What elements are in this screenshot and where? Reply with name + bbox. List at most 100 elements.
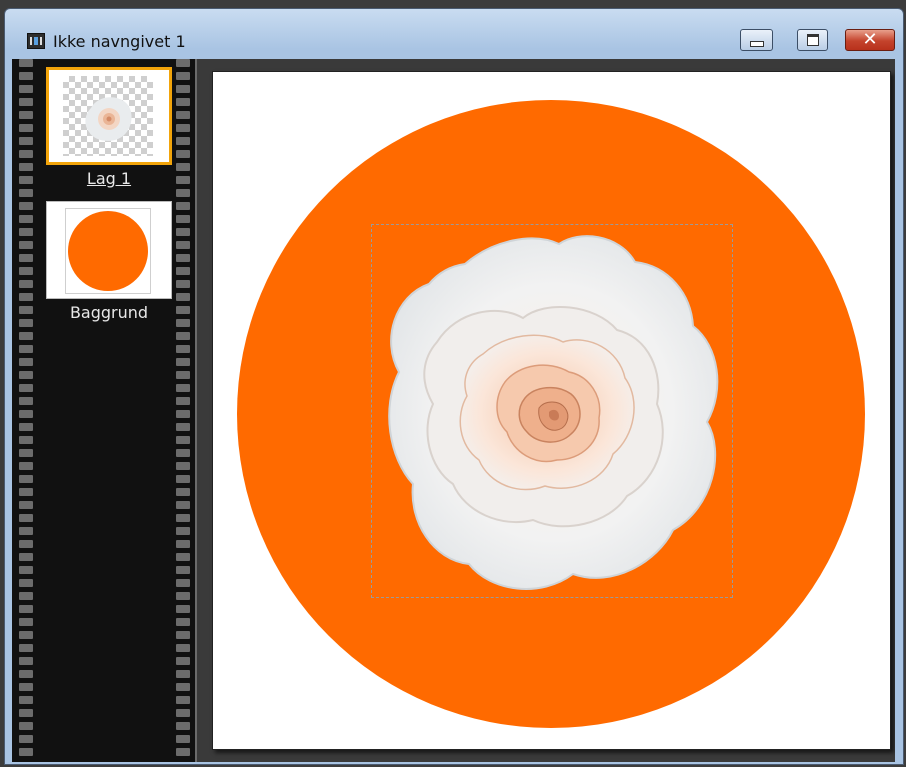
film-perforation [19,527,33,535]
film-perforation [19,98,33,106]
film-perforation [176,228,190,236]
document-window: Ikke navngivet 1 ✕ Lag 1 Baggrund [4,8,904,765]
layer-thumbnail-lag-1[interactable] [46,67,172,165]
film-perforation [176,566,190,574]
film-perforation [176,163,190,171]
film-perforation [19,488,33,496]
selection-marquee[interactable] [371,224,733,598]
film-perforation [176,423,190,431]
film-perforation [176,397,190,405]
layer-item-baggrund[interactable]: Baggrund [44,201,174,322]
film-perforation [176,202,190,210]
minimize-icon [749,41,764,47]
film-perforation [176,540,190,548]
film-perforation [19,618,33,626]
film-perforation [19,215,33,223]
layer-label-baggrund: Baggrund [69,303,149,322]
film-perforation [176,722,190,730]
image-canvas[interactable] [212,71,891,750]
layer-item-lag-1[interactable]: Lag 1 [44,67,174,188]
film-perforation [19,501,33,509]
film-perforation [19,189,33,197]
film-perforation [176,696,190,704]
film-perforation [19,644,33,652]
maximize-icon [806,34,819,46]
title-bar[interactable]: Ikke navngivet 1 ✕ [5,9,903,59]
layer-thumbnail-baggrund[interactable] [46,201,172,299]
film-perforation [176,631,190,639]
film-perforation [176,293,190,301]
film-perforation [176,332,190,340]
film-perforation [19,462,33,470]
film-perforation [176,306,190,314]
film-perforation [176,436,190,444]
filmstrip-icon [27,33,45,49]
film-perforation [176,358,190,366]
window-title: Ikke navngivet 1 [53,32,186,51]
film-perforation [176,371,190,379]
film-perforation [19,163,33,171]
film-perforation [19,345,33,353]
film-perforation [176,618,190,626]
film-perforation [19,449,33,457]
film-perforation [176,241,190,249]
film-perforation [176,176,190,184]
maximize-button[interactable] [797,29,828,51]
film-perforation [19,735,33,743]
film-perforation [19,540,33,548]
film-perforation [19,553,33,561]
film-perforation [176,111,190,119]
film-perforation [19,683,33,691]
film-perforations-left [18,59,34,762]
film-perforation [176,475,190,483]
film-perforation [176,98,190,106]
film-perforation [176,85,190,93]
film-perforation [176,254,190,262]
film-perforation [19,592,33,600]
film-perforation [19,410,33,418]
film-perforation [176,137,190,145]
film-perforation [176,683,190,691]
film-perforation [19,137,33,145]
film-perforation [19,397,33,405]
film-perforations-right [175,59,191,762]
film-perforation [176,748,190,756]
film-perforation [19,228,33,236]
minimize-button[interactable] [740,29,773,51]
film-perforation [19,280,33,288]
film-perforation [19,722,33,730]
film-perforation [176,449,190,457]
layer-label-lag-1: Lag 1 [86,169,132,188]
film-perforation [176,150,190,158]
film-perforation [176,514,190,522]
film-perforation [176,670,190,678]
canvas-workspace[interactable] [197,59,895,762]
film-perforation [19,475,33,483]
film-perforation [176,488,190,496]
film-perforation [19,59,33,67]
film-perforation [176,553,190,561]
film-perforation [176,267,190,275]
film-perforation [19,579,33,587]
film-perforation [19,358,33,366]
film-perforation [19,241,33,249]
close-button[interactable]: ✕ [845,29,895,51]
film-perforation [176,215,190,223]
window-client: Lag 1 Baggrund [12,59,895,762]
film-perforation [19,605,33,613]
film-perforation [176,709,190,717]
orange-circle-thumbnail [68,211,148,291]
film-perforation [176,384,190,392]
film-perforation [176,501,190,509]
film-perforation [176,735,190,743]
film-perforation [176,592,190,600]
film-perforation [176,72,190,80]
film-perforation [19,150,33,158]
film-perforation [19,254,33,262]
film-perforation [176,605,190,613]
film-perforation [19,631,33,639]
film-perforation [176,59,190,67]
film-perforation [19,670,33,678]
film-perforation [176,579,190,587]
film-perforation [19,514,33,522]
